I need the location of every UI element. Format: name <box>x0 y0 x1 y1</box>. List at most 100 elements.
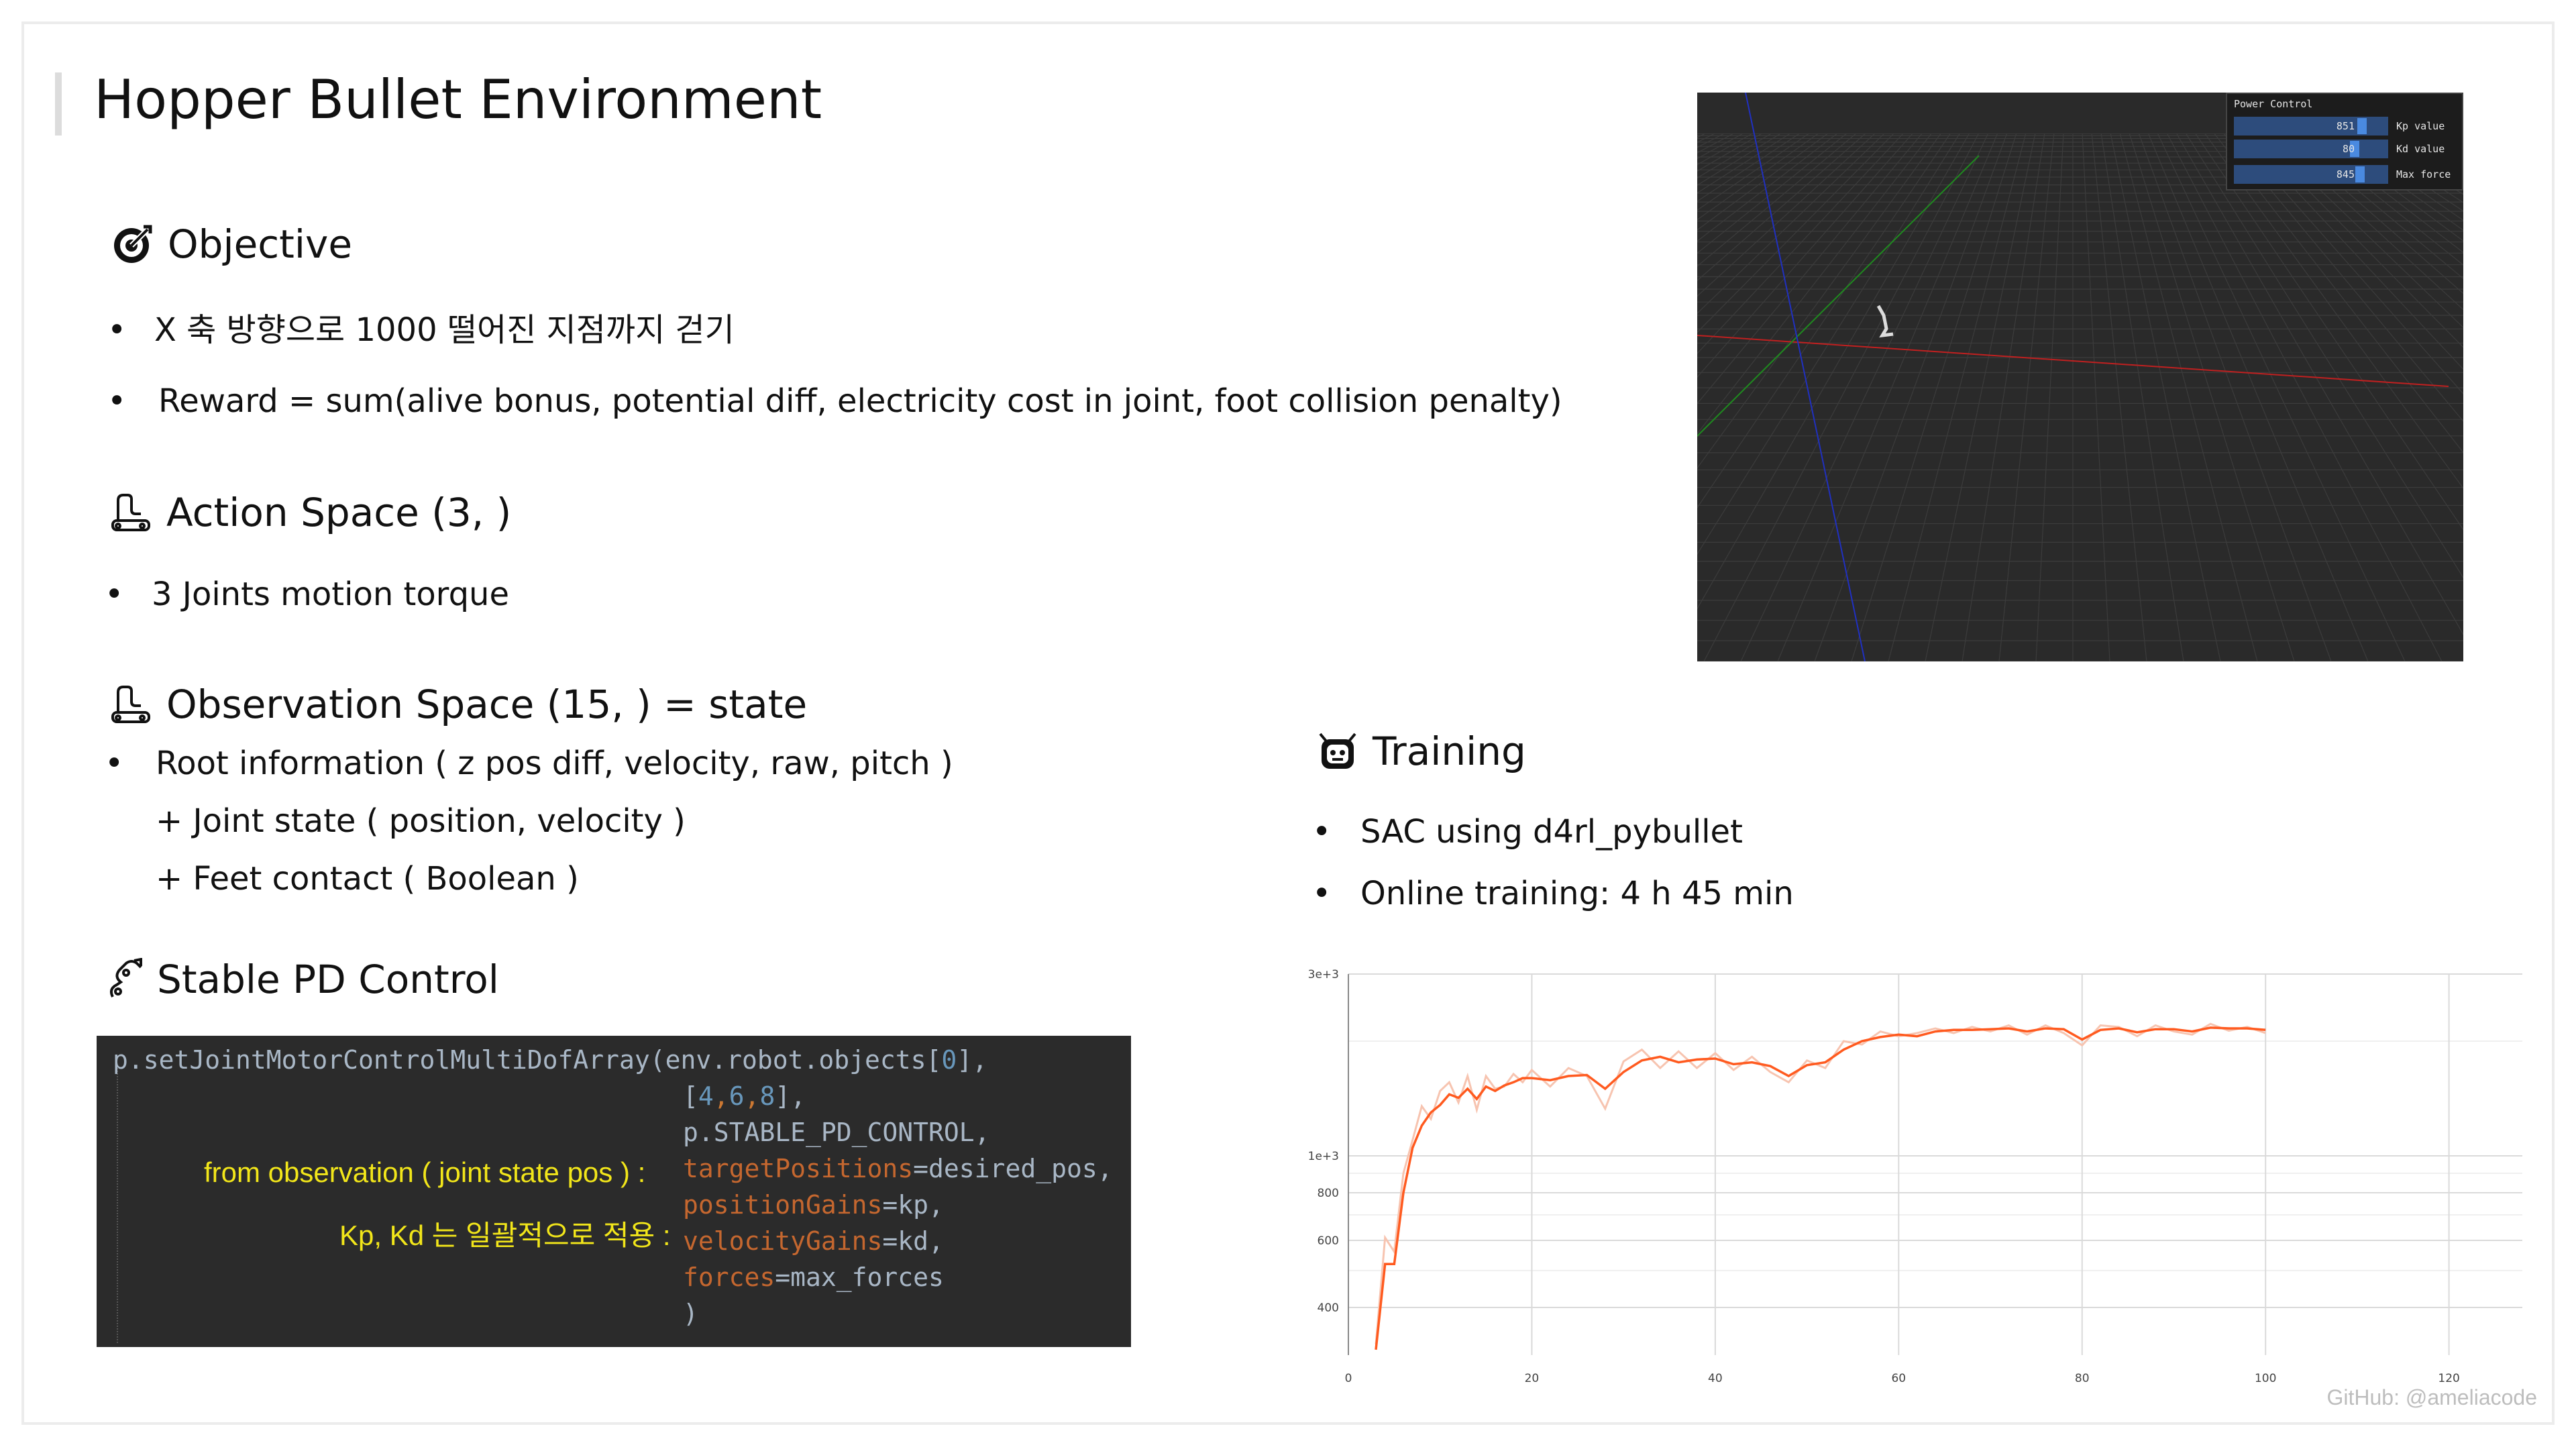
list-item: • Online training: 4 h 45 min <box>1312 875 1794 912</box>
grid-line <box>2354 132 2463 203</box>
code-value: =kd, <box>882 1226 944 1256</box>
panel-title: Power Control <box>2234 98 2313 110</box>
objective-heading: Objective <box>111 221 352 267</box>
stable-pd-title: Stable PD Control <box>157 957 499 1002</box>
y-tick-label: 3e+3 <box>1308 968 1339 981</box>
grid-line <box>2457 132 2463 136</box>
grid-line <box>2119 132 2258 661</box>
code-value: =max_forces <box>775 1263 944 1292</box>
code-keyword: velocityGains <box>683 1226 883 1256</box>
code-fn: p.setJointMotorControlMultiDofArray( <box>113 1045 665 1075</box>
list-item: • Root information ( z pos diff, velocity… <box>105 745 953 782</box>
grid-line <box>2035 132 2064 661</box>
target-icon <box>111 223 154 266</box>
kd-slider-row[interactable]: 80 Kd value <box>2234 140 2459 158</box>
code-bracket: [ <box>683 1081 698 1111</box>
robot-arm-icon <box>110 683 153 726</box>
grid-line <box>2298 132 2463 266</box>
grid-line <box>1697 132 1792 194</box>
grid-line <box>2335 132 2463 221</box>
grid-line <box>2147 132 2369 661</box>
grid-line <box>2373 132 2463 188</box>
code-bracket: ], <box>957 1045 988 1075</box>
chart-svg: 3e+3 1e+3 800 600 400 0 20 40 60 80 100 120 <box>1308 968 2522 1385</box>
max-force-slider-row[interactable]: 845 Max force <box>2234 165 2459 184</box>
grid-line <box>1697 132 1707 138</box>
code-index: 0 <box>941 1045 957 1075</box>
action-space-heading: Action Space (3, ) <box>110 490 511 535</box>
grid-line <box>2429 132 2463 150</box>
training-reward-chart: 3e+3 1e+3 800 600 400 0 20 40 60 80 100 120 <box>1275 946 2536 1389</box>
grid-line <box>1697 132 1867 281</box>
kp-label: Kp value <box>2396 120 2445 132</box>
code-line-2: [4,6,8], <box>683 1081 806 1111</box>
y-tick-label: 800 <box>1318 1187 1339 1200</box>
code-keyword: targetPositions <box>683 1154 914 1183</box>
training-heading: Training <box>1316 729 1526 774</box>
grid-line <box>2091 132 2147 661</box>
objective-bullet-1: X 축 방향으로 1000 떨어진 지점까지 걷기 <box>154 311 735 349</box>
grid-line <box>1925 132 2036 661</box>
max-force-slider-knob[interactable] <box>2355 166 2365 182</box>
grid-line <box>1697 132 1764 172</box>
kp-slider-knob[interactable] <box>2357 118 2367 134</box>
grid-line <box>1697 132 1811 211</box>
kp-slider-row[interactable]: 851 Kp value <box>2234 117 2459 136</box>
grid-line <box>1697 132 1970 610</box>
grid-line <box>2392 132 2463 174</box>
list-item: • 3 Joints motion torque <box>105 576 509 613</box>
x-tick-label: 80 <box>2075 1372 2090 1385</box>
code-line-8: ) <box>683 1299 698 1328</box>
observation-continuation-2: + Feet contact ( Boolean ) <box>156 860 579 898</box>
reward-line-smoothed <box>1375 1026 2266 1350</box>
grid-line <box>1697 132 1782 186</box>
observation-space-title: Observation Space (15, ) = state <box>166 682 808 727</box>
code-line-4: targetPositions=desired_pos, <box>683 1154 1113 1183</box>
y-tick-label: 600 <box>1318 1234 1339 1248</box>
y-tick-label: 400 <box>1318 1301 1339 1315</box>
grid-line <box>2420 132 2463 156</box>
x-tick-label: 100 <box>2255 1372 2276 1385</box>
code-number: 4 <box>698 1081 714 1111</box>
grid-line <box>2316 132 2463 241</box>
kp-value: 851 <box>2336 120 2355 132</box>
grid-line <box>1998 132 2055 661</box>
robot-arm-icon <box>110 491 153 534</box>
stable-pd-heading: Stable PD Control <box>107 957 499 1002</box>
hopper-robot <box>1876 305 1894 338</box>
list-item: • Reward = sum(alive bonus, potential dif… <box>107 382 1562 420</box>
robot-face-icon <box>1316 730 1359 773</box>
code-line-7: forces=max_forces <box>683 1263 944 1292</box>
x-tick-label: 40 <box>1708 1372 1723 1385</box>
grid-line <box>2345 132 2463 212</box>
code-line-5: positionGains=kp, <box>683 1190 944 1220</box>
grid-line <box>2129 132 2295 661</box>
code-value: =desired_pos, <box>913 1154 1113 1183</box>
objective-title: Objective <box>168 221 353 267</box>
grid-line <box>1697 132 1904 354</box>
code-keyword: forces <box>683 1263 775 1292</box>
grid-line <box>2269 132 2463 311</box>
max-force-value: 845 <box>2336 168 2355 180</box>
grid-line <box>2157 132 2406 661</box>
grid-line <box>2213 132 2463 453</box>
action-bullet-1: 3 Joints motion torque <box>152 576 509 613</box>
code-annotation-gains: Kp, Kd 는 일괄적으로 적용 : <box>339 1220 671 1251</box>
code-value: =kp, <box>882 1190 944 1220</box>
grid-line <box>1703 132 1980 661</box>
kd-label: Kd value <box>2396 143 2445 155</box>
training-bullet-1: SAC using d4rl_pybullet <box>1360 813 1743 851</box>
grid-line <box>2082 132 2110 661</box>
grid-line <box>2279 132 2463 294</box>
grid-line <box>2110 132 2221 661</box>
grid-line <box>2307 132 2463 254</box>
grid-line <box>2363 132 2463 195</box>
code-annotation-target: from observation ( joint state pos ) : <box>204 1157 646 1188</box>
code-line-3: p.STABLE_PD_CONTROL, <box>683 1118 990 1147</box>
pybullet-viewport[interactable]: Power Control 851 Kp value 80 Kd value 8… <box>1697 93 2463 661</box>
grid-line <box>1962 132 2045 661</box>
github-footer: GitHub: @ameliacode <box>2326 1385 2537 1409</box>
page-title: Hopper Bullet Environment <box>94 68 822 131</box>
grid-line <box>1697 132 1914 378</box>
observation-continuation-1: + Joint state ( position, velocity ) <box>156 802 686 840</box>
